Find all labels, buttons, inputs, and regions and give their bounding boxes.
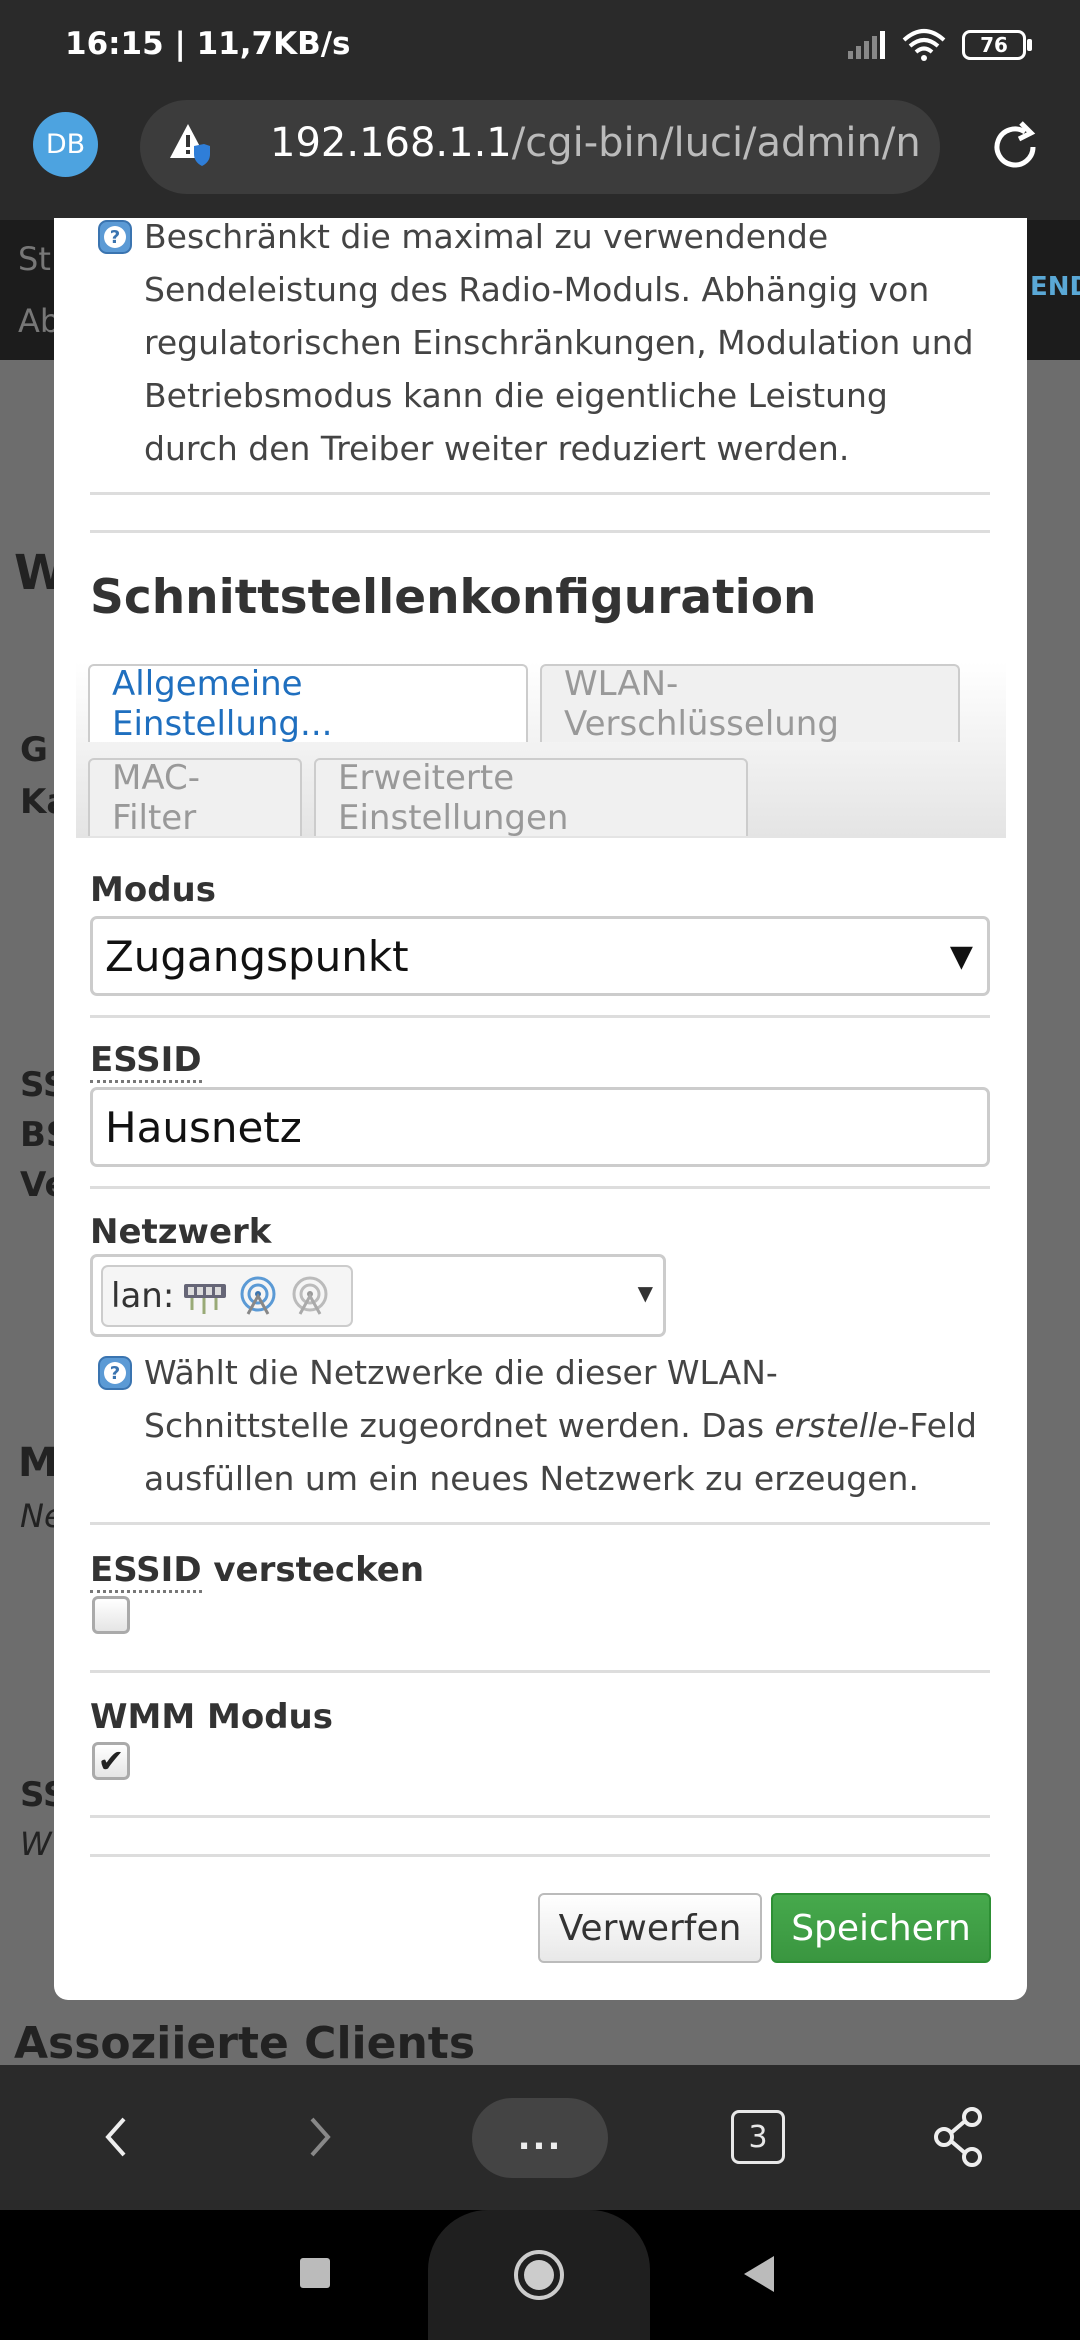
reload-icon[interactable] [985,117,1045,177]
signal-icon [848,31,885,59]
network-help-text: Wählt die Netzwerke die dieser WLAN-Schn… [144,1346,978,1505]
mode-select[interactable]: Zugangspunkt ▼ [90,916,990,996]
battery-level: 76 [980,33,1008,57]
help-icon: ? [98,220,132,254]
bg-fragment: St [18,240,51,278]
back-icon[interactable] [96,2105,136,2170]
tab-general[interactable]: Allgemeine Einstellung... [88,664,528,744]
dropdown-arrow-icon: ▼ [949,939,973,974]
divider [90,1015,990,1018]
tab-encryption[interactable]: WLAN-Verschlüsselung [540,664,960,744]
txpower-help: ? Beschränkt die maximal zu verwendende … [98,210,978,475]
checkmark-icon: ✔ [97,1742,125,1780]
network-help: ? Wählt die Netzwerke die dieser WLAN-Sc… [98,1346,978,1505]
divider [90,492,990,495]
section-title: Schnittstellenkonfiguration [90,570,817,625]
wifi-disabled-icon [292,1276,328,1315]
divider [90,1522,990,1525]
wmm-mode-checkbox[interactable]: ✔ [92,1742,130,1780]
status-icons: 76 [846,28,1032,62]
more-menu-button[interactable]: ... [472,2098,608,2178]
bg-fragment: END [1030,272,1080,302]
network-help-emphasis: erstelle [774,1406,898,1445]
svg-text:?: ? [110,227,120,248]
status-bar: 16:15 | 11,7KB/s 76 [0,0,1080,75]
svg-text:?: ? [110,1363,120,1384]
bg-fragment: G [20,730,48,770]
divider [90,1815,990,1818]
txpower-help-text: Beschränkt die maximal zu verwendende Se… [144,217,974,468]
bg-fragment: M [18,1440,58,1486]
help-icon: ? [98,1356,132,1390]
hide-essid-checkbox[interactable] [92,1596,130,1634]
url-text[interactable]: 192.168.1.1/cgi-bin/luci/admin/net [270,120,920,166]
wifi-ap-icon [240,1276,276,1315]
essid-label: ESSID [90,1040,202,1083]
network-chip[interactable]: lan: [101,1265,353,1327]
divider [90,1670,990,1673]
battery-icon: 76 [962,30,1032,60]
tab-advanced[interactable]: Erweiterte Einstellungen [314,758,748,838]
home-icon[interactable] [512,2248,566,2302]
network-label: Netzwerk [90,1212,272,1252]
recents-icon[interactable] [298,2256,332,2290]
status-time: 16:15 | 11,7KB/s [65,26,351,62]
avatar[interactable]: DB [33,112,98,177]
forward-icon[interactable] [300,2105,340,2170]
bg-heading: Assoziierte Clients [14,2018,476,2069]
tab-mac-filter[interactable]: MAC-Filter [88,758,302,838]
wmm-mode-label: WMM Modus [90,1697,333,1737]
url-path: /cgi-bin/luci/admin/net [511,120,920,166]
discard-button[interactable]: Verwerfen [538,1893,762,1963]
save-button[interactable]: Speichern [771,1893,991,1963]
network-select[interactable]: lan: ▼ [90,1254,666,1337]
wifi-icon [902,29,946,61]
essid-abbr: ESSID [90,1040,202,1083]
hide-essid-suffix: verstecken [201,1550,425,1590]
dropdown-arrow-icon: ▼ [637,1281,653,1305]
mode-label: Modus [90,870,216,910]
network-help-part1: Wählt die Netzwerke die dieser WLAN-Schn… [144,1353,778,1445]
divider [90,1854,990,1857]
nav-back-icon[interactable] [740,2254,778,2294]
essid-input[interactable]: Hausnetz [90,1087,990,1167]
ethernet-icon [184,1284,227,1314]
network-value: lan: [111,1276,175,1316]
divider [90,1186,990,1189]
essid-value: Hausnetz [105,1102,302,1152]
tabs-count-button[interactable]: 3 [731,2110,785,2164]
hide-essid-label: ESSID verstecken [90,1550,425,1593]
mode-value: Zugangspunkt [105,931,409,981]
share-icon[interactable] [930,2105,986,2170]
site-info-icon[interactable] [170,122,212,166]
essid-abbr: ESSID [90,1550,202,1593]
url-host: 192.168.1.1 [270,120,512,166]
bg-fragment: W [20,1825,52,1863]
divider [90,530,990,533]
